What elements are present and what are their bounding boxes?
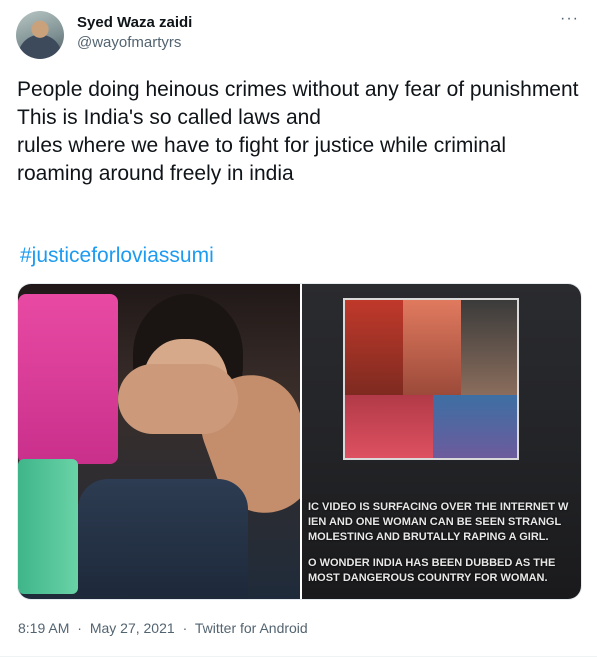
tweet-source[interactable]: Twitter for Android bbox=[195, 620, 308, 636]
collage-panel bbox=[403, 300, 461, 395]
media-grid: IC VIDEO IS SURFACING OVER THE INTERNET … bbox=[17, 283, 582, 600]
avatar[interactable] bbox=[16, 11, 64, 59]
collage-panel bbox=[345, 395, 433, 458]
separator-dot: · bbox=[77, 620, 82, 636]
tweet-metadata: 8:19 AM · May 27, 2021 · Twitter for And… bbox=[18, 620, 308, 636]
photo-detail-jeans bbox=[78, 479, 248, 599]
collage-panel bbox=[345, 300, 403, 395]
media-photo-left[interactable] bbox=[18, 284, 300, 599]
tweet-card: Syed Waza zaidi @wayofmartyrs ··· People… bbox=[0, 0, 597, 657]
image-caption-1: IC VIDEO IS SURFACING OVER THE INTERNET … bbox=[308, 501, 569, 543]
more-horizontal-icon[interactable]: ··· bbox=[560, 10, 579, 28]
author-name[interactable]: Syed Waza zaidi bbox=[77, 14, 192, 31]
tweet-time[interactable]: 8:19 AM bbox=[18, 620, 69, 636]
media-photo-right[interactable]: IC VIDEO IS SURFACING OVER THE INTERNET … bbox=[302, 284, 581, 599]
collage-panel bbox=[433, 395, 517, 458]
image-caption-2: O WONDER INDIA HAS BEEN DUBBED AS THE MO… bbox=[308, 557, 556, 584]
separator-dot: · bbox=[182, 620, 188, 636]
hashtag-link[interactable]: #justiceforloviassumi bbox=[20, 244, 214, 268]
tweet-date[interactable]: May 27, 2021 bbox=[90, 620, 175, 636]
photo-collage bbox=[343, 298, 519, 460]
photo-detail-bucket bbox=[18, 459, 78, 594]
photo-detail-pink-cloth bbox=[18, 294, 118, 464]
tweet-text: People doing heinous crimes without any … bbox=[17, 78, 579, 185]
collage-panel bbox=[461, 300, 517, 395]
photo-detail-hands bbox=[118, 364, 238, 434]
author-handle[interactable]: @wayofmartyrs bbox=[77, 34, 181, 51]
